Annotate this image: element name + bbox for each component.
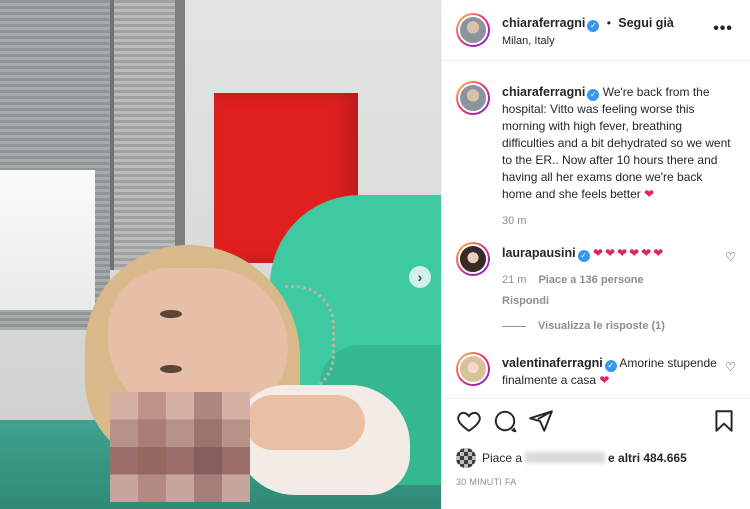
photo-baby-arm: [245, 395, 365, 450]
comment-text: ❤❤❤❤❤❤: [592, 246, 666, 260]
photo-window-frame: [175, 0, 185, 260]
avatar: [456, 448, 476, 468]
caption-text: We're back from the hospital: Vitto was …: [502, 85, 731, 201]
photo-eye: [160, 365, 182, 373]
bookmark-icon[interactable]: [711, 408, 737, 434]
verified-icon: ✓: [604, 359, 617, 372]
photo-eye: [160, 310, 182, 318]
avatar[interactable]: [456, 242, 490, 276]
photo-pixelated-area: [110, 392, 250, 502]
avatar[interactable]: [456, 13, 490, 47]
heart-icon[interactable]: ♡: [725, 360, 736, 374]
caption-time: 30 m: [502, 215, 527, 227]
likes-summary[interactable]: Piace a e altri 484.665: [456, 448, 746, 468]
verified-icon: ✓: [577, 249, 590, 262]
view-replies-button[interactable]: Visualizza le risposte (1): [502, 320, 665, 332]
post-location[interactable]: Milan, Italy: [502, 35, 555, 47]
comment-username[interactable]: laurapausini: [502, 246, 576, 260]
reply-button[interactable]: Rispondi: [502, 293, 732, 310]
comment-likes[interactable]: Piace a 136 persone: [538, 274, 643, 286]
view-replies-label: Visualizza le risposte (1): [538, 320, 665, 332]
comment-icon[interactable]: [492, 408, 518, 434]
heart-emoji: ❤: [644, 187, 655, 201]
separator-dot: •: [606, 16, 611, 30]
comment-time: 21 m: [502, 274, 527, 286]
likes-prefix: Piace a: [482, 451, 523, 465]
divider: [502, 325, 526, 327]
photo-shutter-2: [110, 0, 175, 270]
post-side-panel: chiaraferragni ✓ • Segui già Milan, Italy…: [441, 0, 750, 509]
avatar[interactable]: [456, 81, 490, 115]
chevron-right-icon[interactable]: ›: [409, 266, 431, 288]
heart-icon[interactable]: [456, 408, 482, 434]
post-header: chiaraferragni ✓ • Segui già Milan, Italy…: [442, 0, 750, 61]
heart-icon[interactable]: ♡: [725, 250, 736, 264]
more-icon[interactable]: •••: [713, 20, 733, 38]
post-photo[interactable]: ›: [0, 0, 441, 509]
post-timestamp: 30 MINUTI FA: [456, 477, 517, 487]
verified-icon: ✓: [587, 88, 600, 101]
follow-button[interactable]: Segui già: [618, 16, 674, 30]
comment-username[interactable]: valentinaferragni: [502, 356, 603, 370]
share-icon[interactable]: [528, 408, 554, 434]
blurred-username: [525, 452, 606, 463]
verified-icon: ✓: [587, 19, 600, 32]
heart-emoji: ❤: [599, 373, 610, 387]
post-username[interactable]: chiaraferragni: [502, 16, 585, 30]
post-modal: › chiaraferragni ✓ • Segui già Milan, Ita…: [0, 0, 750, 509]
likes-count[interactable]: e altri 484.665: [608, 451, 687, 465]
action-bar: [442, 398, 750, 446]
caption-username[interactable]: chiaraferragni: [502, 85, 585, 99]
avatar[interactable]: [456, 352, 490, 386]
photo-window-light: [0, 170, 95, 310]
